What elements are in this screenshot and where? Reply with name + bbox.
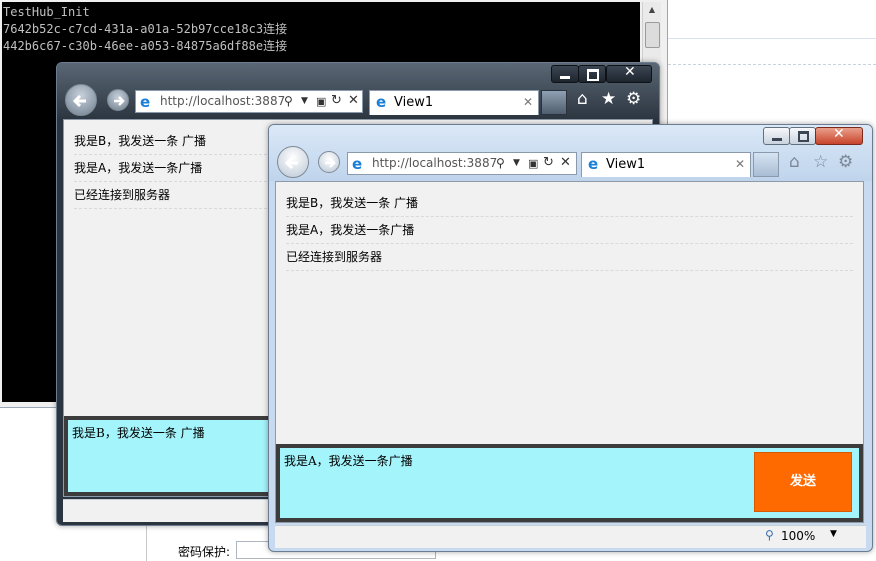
console-line: 442b6c67-c30b-46ee-a053-84875a6df88e连接 [3,39,288,53]
console-line: TestHub_Init [3,5,90,19]
compat-view-icon[interactable]: ▣ [528,153,538,174]
status-bar: ⚲ 100% ▼ [275,525,866,548]
home-icon[interactable]: ⌂ [577,89,588,109]
send-button[interactable]: 发送 [754,452,852,512]
tab-close-icon[interactable]: ✕ [523,91,533,114]
back-button[interactable] [277,146,309,178]
browser-chrome: ✕ e http://localhost:3887 ⚲ ▼ ▣ ↻ ✕ e Vi… [57,63,659,119]
forward-arrow-icon [325,158,336,168]
close-button[interactable]: ✕ [815,126,863,145]
address-text: http://localhost:3887 [372,156,498,170]
address-text: http://localhost:3887 [160,94,286,108]
close-button[interactable]: ✕ [606,64,652,83]
address-bar[interactable]: e http://localhost:3887 ⚲ ▼ ▣ ↻ ✕ [347,152,577,175]
search-icon[interactable]: ⚲ [284,91,293,112]
back-button[interactable] [65,84,97,116]
minimize-icon [560,76,570,79]
forward-button[interactable] [107,89,129,111]
tab-view1[interactable]: e View1 ✕ [369,90,539,115]
ie-logo-icon: e [140,93,151,111]
maximize-icon [587,69,599,81]
password-protect-label: 密码保护: [178,545,231,559]
bg-divider [668,38,876,39]
refresh-icon[interactable]: ↻ [331,90,342,111]
bg-dashed-divider [668,64,876,65]
message-item: 我是A，我发送一条广播 [286,217,853,244]
message-item: 我是B，我发送一条 广播 [286,190,853,217]
browser-chrome: ✕ e http://localhost:3887 ⚲ ▼ ▣ ↻ ✕ e Vi… [269,125,872,181]
maximize-button[interactable] [789,127,816,145]
browser-window-front: ✕ e http://localhost:3887 ⚲ ▼ ▣ ↻ ✕ e Vi… [268,124,873,552]
scroll-up-icon[interactable]: ▲ [643,2,661,18]
search-icon[interactable]: ⚲ [496,153,505,174]
ie-logo-icon: e [376,93,387,111]
settings-gear-icon[interactable]: ⚙ [838,152,853,172]
ie-logo-icon: e [352,155,363,173]
minimize-button[interactable] [551,65,579,83]
stop-icon[interactable]: ✕ [560,152,571,173]
message-input-text: 我是A，我发送一条广播 [284,454,413,468]
message-input[interactable]: 我是A，我发送一条广播 发送 [276,444,863,522]
zoom-icon[interactable]: ⚲ [765,528,774,542]
message-item: 已经连接到服务器 [286,244,853,271]
message-input-text: 我是B，我发送一条 广播 [72,426,205,440]
back-arrow-icon [284,156,298,170]
minimize-button[interactable] [763,127,790,145]
tab-title: View1 [606,157,646,172]
console-line: 7642b52c-c7cd-431a-a01a-52b97cce18c3连接 [3,22,288,36]
favorites-star-icon[interactable]: ★ [601,89,616,109]
zoom-dropdown-icon[interactable]: ▼ [830,529,837,539]
close-icon: ✕ [833,126,845,142]
back-arrow-icon [72,94,86,108]
ie-logo-icon: e [588,155,599,173]
favorites-star-icon[interactable]: ☆ [813,152,828,172]
forward-arrow-icon [114,96,125,106]
new-tab-button[interactable] [753,152,779,177]
address-dropdown-icon[interactable]: ▼ [301,91,308,112]
compat-view-icon[interactable]: ▣ [316,91,326,112]
address-dropdown-icon[interactable]: ▼ [513,153,520,174]
address-bar[interactable]: e http://localhost:3887 ⚲ ▼ ▣ ↻ ✕ [135,90,363,113]
bg-vertical-line [146,520,147,561]
tab-view1[interactable]: e View1 ✕ [581,152,751,177]
new-tab-button[interactable] [541,90,567,115]
maximize-icon [798,131,809,142]
zoom-level[interactable]: 100% [781,529,815,543]
close-icon: ✕ [624,64,636,80]
forward-button[interactable] [318,151,340,173]
minimize-icon [772,138,782,141]
refresh-icon[interactable]: ↻ [543,152,554,173]
stop-icon[interactable]: ✕ [348,90,359,111]
page-content: 我是B，我发送一条 广播 我是A，我发送一条广播 已经连接到服务器 我是A，我发… [275,181,864,523]
maximize-button[interactable] [578,65,606,83]
tab-close-icon[interactable]: ✕ [735,153,745,176]
tab-title: View1 [394,95,434,110]
home-icon[interactable]: ⌂ [789,152,800,172]
scroll-thumb[interactable] [645,22,660,48]
settings-gear-icon[interactable]: ⚙ [626,89,641,109]
